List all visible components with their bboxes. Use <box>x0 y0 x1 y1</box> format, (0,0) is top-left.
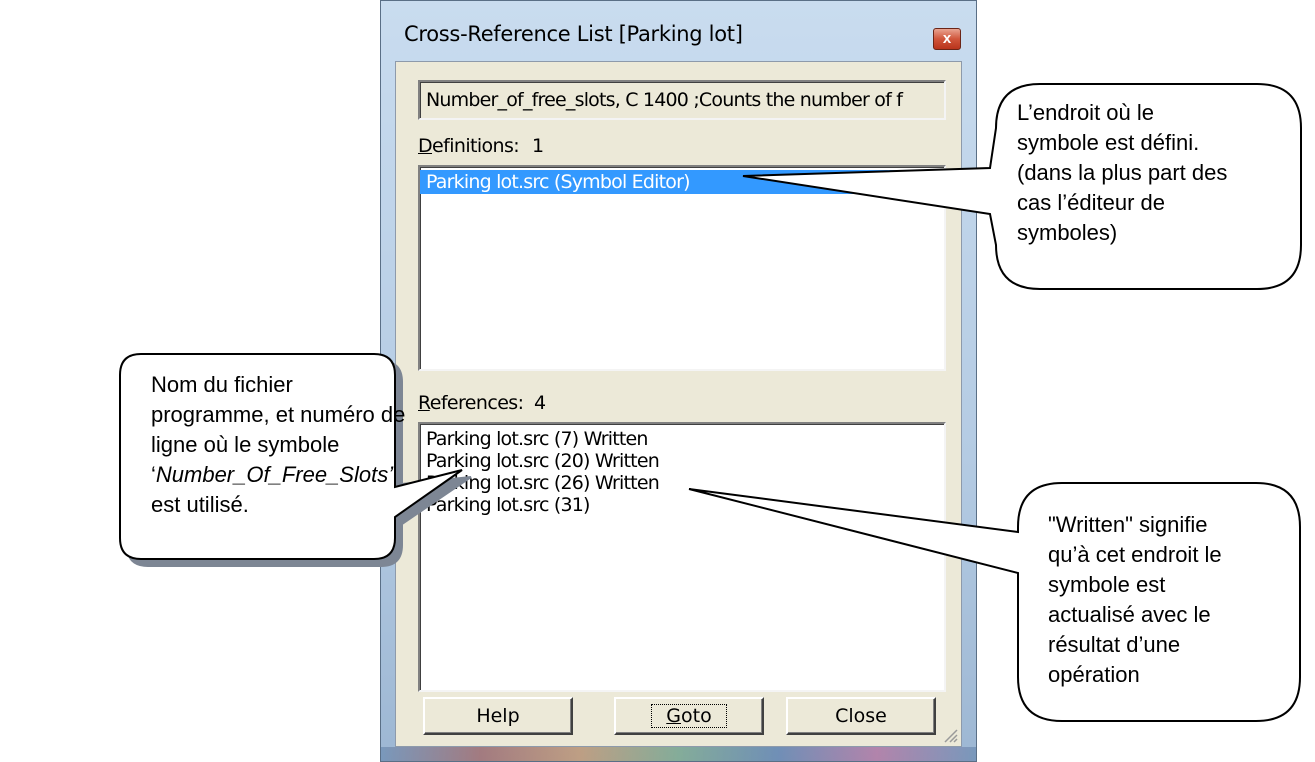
written-callout-line: opération <box>1048 662 1140 687</box>
references-label: References: <box>418 392 524 414</box>
written-callout-text: "Written" signifie qu’à cet endroit le s… <box>1048 510 1222 690</box>
filename-callout-line: ‘Number_Of_Free_Slots’ <box>151 460 405 490</box>
goto-button-focus: Goto <box>651 704 727 728</box>
written-callout-line: qu’à cet endroit le <box>1048 542 1222 567</box>
reference-item[interactable]: Parking lot.src (26) Written <box>420 472 944 494</box>
definition-callout-line: L’endroit où le <box>1017 100 1154 125</box>
written-callout-line: "Written" signifie <box>1048 512 1208 537</box>
goto-button[interactable]: Goto <box>614 697 764 735</box>
symbol-name: Number_Of_Free_Slots’ <box>155 462 394 487</box>
filename-callout-line: Nom du fichier <box>151 372 293 397</box>
dialog-title: Cross-Reference List [Parking lot] <box>404 22 743 46</box>
references-label-text: eferences: <box>429 392 524 414</box>
reference-item[interactable]: Parking lot.src (20) Written <box>420 450 944 472</box>
definitions-count: 1 <box>532 135 544 157</box>
definition-item[interactable]: Parking lot.src (Symbol Editor) <box>420 170 944 194</box>
definitions-label: Definitions: <box>418 135 520 157</box>
close-window-button[interactable]: x <box>933 28 961 50</box>
goto-accel: G <box>666 705 682 727</box>
filename-callout-line: est utilisé. <box>151 492 249 517</box>
definition-callout-line: symboles) <box>1017 220 1118 245</box>
filename-callout-line: ligne où le symbole <box>151 432 340 457</box>
goto-label: oto <box>681 705 712 727</box>
close-icon: x <box>942 30 952 47</box>
definition-callout-line: cas l’éditeur de <box>1017 190 1165 215</box>
close-button[interactable]: Close <box>786 697 936 735</box>
filename-callout-line: programme, et numéro de <box>151 402 406 427</box>
references-label-accel: R <box>418 392 430 414</box>
references-list[interactable]: Parking lot.src (7) Written Parking lot.… <box>418 422 946 692</box>
cross-reference-dialog: Cross-Reference List [Parking lot] x Num… <box>380 0 977 762</box>
written-callout-line: résultat d’une <box>1048 632 1181 657</box>
symbol-definition-field: Number_of_free_slots, C 1400 ;Counts the… <box>418 80 946 120</box>
written-callout-line: actualisé avec le <box>1048 602 1211 627</box>
written-callout-line: symbole est <box>1048 572 1166 597</box>
definition-callout-text: L’endroit où le symbole est défini. (dan… <box>1017 98 1227 248</box>
reference-item[interactable]: Parking lot.src (31) <box>420 494 944 516</box>
definitions-label-accel: D <box>418 135 433 157</box>
definitions-list[interactable]: Parking lot.src (Symbol Editor) <box>418 165 946 371</box>
definitions-label-text: efinitions: <box>432 135 520 157</box>
definition-callout-line: symbole est défini. <box>1017 130 1200 155</box>
filename-callout-text: Nom du fichier programme, et numéro de l… <box>151 370 405 520</box>
title-bar[interactable]: Cross-Reference List [Parking lot] x <box>381 1 976 61</box>
help-button[interactable]: Help <box>423 697 573 735</box>
reference-item[interactable]: Parking lot.src (7) Written <box>420 428 944 450</box>
references-count: 4 <box>534 392 546 414</box>
dialog-client-area: Number_of_free_slots, C 1400 ;Counts the… <box>395 61 962 747</box>
definition-callout-line: (dans la plus part des <box>1017 160 1228 185</box>
resize-grip-icon[interactable] <box>940 725 958 743</box>
